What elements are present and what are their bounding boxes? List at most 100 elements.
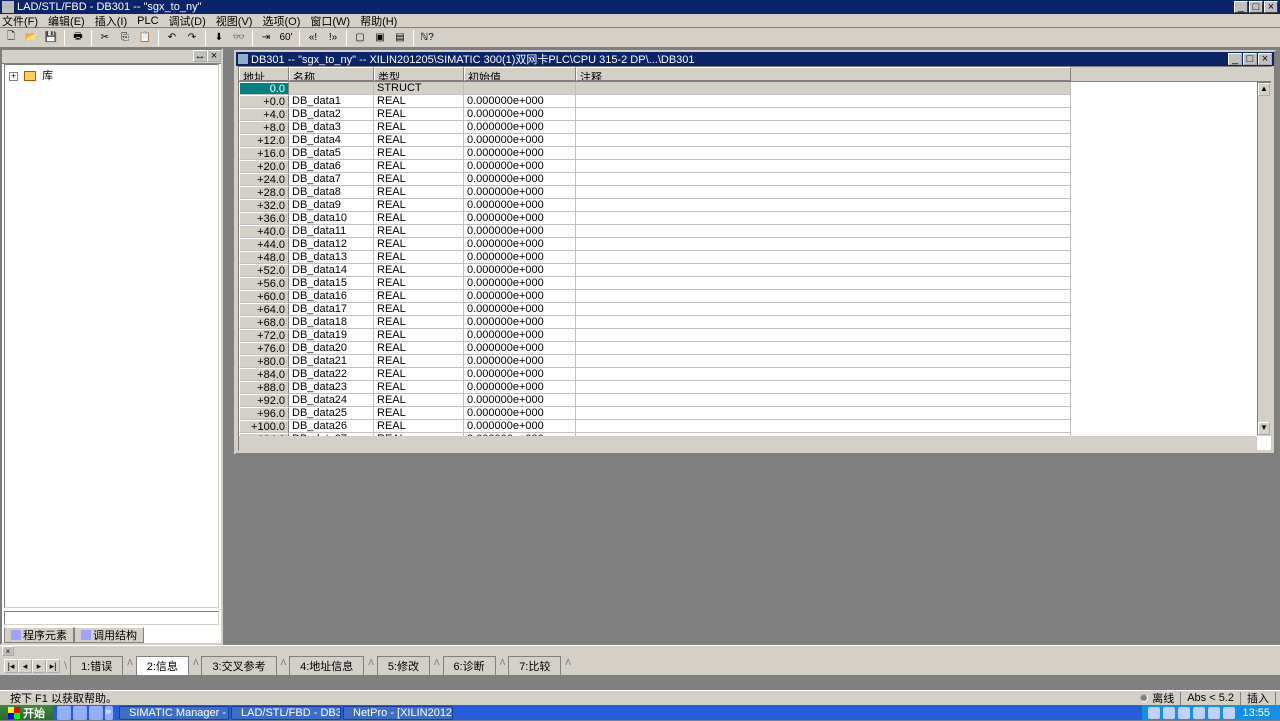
cell-name[interactable]: DB_data8 <box>289 186 374 199</box>
cell-type[interactable]: REAL <box>374 108 464 121</box>
cell-initial[interactable]: 0.000000e+000 <box>464 303 576 316</box>
cell-name[interactable]: DB_data13 <box>289 251 374 264</box>
cell-name[interactable]: DB_data6 <box>289 160 374 173</box>
cell-initial[interactable]: 0.000000e+000 <box>464 420 576 433</box>
cell-initial[interactable]: 0.000000e+000 <box>464 407 576 420</box>
menu-options[interactable]: 选项(O) <box>262 13 300 29</box>
table-row[interactable]: +84.0DB_data22REAL0.000000e+000 <box>239 368 1257 381</box>
cell-name[interactable]: DB_data24 <box>289 394 374 407</box>
cell-type[interactable]: REAL <box>374 342 464 355</box>
view3-button[interactable]: ▤ <box>391 29 409 47</box>
cell-comment[interactable] <box>576 251 1071 264</box>
cell-initial[interactable]: 0.000000e+000 <box>464 381 576 394</box>
sidepanel-close-button[interactable]: × <box>207 50 221 62</box>
goto-button[interactable]: ⇥ <box>257 29 275 47</box>
clock[interactable]: 13:55 <box>1238 707 1274 719</box>
col-name[interactable]: 名称 <box>289 67 374 81</box>
cell-comment[interactable] <box>576 160 1071 173</box>
cell-comment[interactable] <box>576 355 1071 368</box>
cell-comment[interactable] <box>576 108 1071 121</box>
cell-comment[interactable] <box>576 277 1071 290</box>
menu-plc[interactable]: PLC <box>137 15 158 27</box>
tabs-first-button[interactable]: |◂ <box>4 659 18 673</box>
cell-address[interactable]: +56.0 <box>239 277 289 290</box>
cell-name[interactable]: DB_data16 <box>289 290 374 303</box>
cell-type[interactable]: REAL <box>374 173 464 186</box>
bottom-tab[interactable]: 6:诊断 <box>443 656 496 676</box>
cell-address[interactable]: +16.0 <box>239 147 289 160</box>
cell-name[interactable]: DB_data7 <box>289 173 374 186</box>
table-row[interactable]: +56.0DB_data15REAL0.000000e+000 <box>239 277 1257 290</box>
cell-comment[interactable] <box>576 82 1071 95</box>
cell-initial[interactable]: 0.000000e+000 <box>464 134 576 147</box>
cut-button[interactable]: ✂ <box>96 29 114 47</box>
table-row[interactable]: +8.0DB_data3REAL0.000000e+000 <box>239 121 1257 134</box>
monitor-button[interactable]: 👓 <box>230 29 248 47</box>
bottom-tab[interactable]: 2:信息 <box>136 656 189 676</box>
col-address[interactable]: 地址 <box>239 67 289 81</box>
cell-type[interactable]: REAL <box>374 134 464 147</box>
cell-address[interactable]: +76.0 <box>239 342 289 355</box>
ie-icon[interactable] <box>57 706 71 720</box>
table-row[interactable]: +4.0DB_data2REAL0.000000e+000 <box>239 108 1257 121</box>
cell-type[interactable]: REAL <box>374 407 464 420</box>
cell-address[interactable]: +80.0 <box>239 355 289 368</box>
tray-icon[interactable] <box>1148 707 1160 719</box>
cell-name[interactable]: DB_data11 <box>289 225 374 238</box>
table-row[interactable]: +72.0DB_data19REAL0.000000e+000 <box>239 329 1257 342</box>
view1-button[interactable]: ▢ <box>351 29 369 47</box>
cell-type[interactable]: REAL <box>374 303 464 316</box>
cell-comment[interactable] <box>576 394 1071 407</box>
cell-address[interactable]: +68.0 <box>239 316 289 329</box>
bottom-tab[interactable]: 1:错误 <box>70 656 123 676</box>
cell-type[interactable]: REAL <box>374 420 464 433</box>
cell-comment[interactable] <box>576 225 1071 238</box>
cell-address[interactable]: +48.0 <box>239 251 289 264</box>
menu-help[interactable]: 帮助(H) <box>360 13 397 29</box>
bottom-tab[interactable]: 7:比较 <box>508 656 561 676</box>
table-row[interactable]: +0.0DB_data1REAL0.000000e+000 <box>239 95 1257 108</box>
cell-address[interactable]: +12.0 <box>239 134 289 147</box>
table-row[interactable]: 0.0STRUCT <box>239 82 1257 95</box>
prev-button[interactable]: «! <box>304 29 322 47</box>
cell-name[interactable]: DB_data14 <box>289 264 374 277</box>
cell-name[interactable]: DB_data2 <box>289 108 374 121</box>
bottom-tab[interactable]: 3:交叉参考 <box>201 656 276 676</box>
table-row[interactable]: +64.0DB_data17REAL0.000000e+000 <box>239 303 1257 316</box>
cell-comment[interactable] <box>576 238 1071 251</box>
table-row[interactable]: +24.0DB_data7REAL0.000000e+000 <box>239 173 1257 186</box>
taskbar-item[interactable]: NetPro - [XILIN2012... <box>343 706 453 720</box>
view2-button[interactable]: ▣ <box>371 29 389 47</box>
cell-address[interactable]: +40.0 <box>239 225 289 238</box>
bottom-tab[interactable]: 5:修改 <box>377 656 430 676</box>
child-close-button[interactable]: × <box>1258 53 1272 65</box>
vertical-scrollbar[interactable]: ▲ ▼ <box>1257 82 1271 436</box>
cell-address[interactable]: +64.0 <box>239 303 289 316</box>
cell-initial[interactable]: 0.000000e+000 <box>464 368 576 381</box>
cell-comment[interactable] <box>576 199 1071 212</box>
table-row[interactable]: +52.0DB_data14REAL0.000000e+000 <box>239 264 1257 277</box>
table-row[interactable]: +60.0DB_data16REAL0.000000e+000 <box>239 290 1257 303</box>
redo-button[interactable]: ↷ <box>183 29 201 47</box>
sidetab-elements[interactable]: 程序元素 <box>4 627 74 643</box>
cell-type[interactable]: REAL <box>374 290 464 303</box>
cell-initial[interactable]: 0.000000e+000 <box>464 108 576 121</box>
help-button[interactable]: ℕ? <box>418 29 436 47</box>
cell-name[interactable]: DB_data25 <box>289 407 374 420</box>
close-button[interactable]: × <box>1264 1 1278 13</box>
expand-icon[interactable]: + <box>9 72 18 81</box>
copy-button[interactable]: ⎘ <box>116 29 134 47</box>
table-row[interactable]: +20.0DB_data6REAL0.000000e+000 <box>239 160 1257 173</box>
cell-address[interactable]: +92.0 <box>239 394 289 407</box>
col-comment[interactable]: 注释 <box>576 67 1071 81</box>
cell-address[interactable]: +28.0 <box>239 186 289 199</box>
cell-address[interactable]: +88.0 <box>239 381 289 394</box>
cell-type[interactable]: REAL <box>374 238 464 251</box>
cell-address[interactable]: +20.0 <box>239 160 289 173</box>
download-button[interactable]: ⬇ <box>210 29 228 47</box>
tray-icon[interactable] <box>1163 707 1175 719</box>
cell-type[interactable]: REAL <box>374 329 464 342</box>
child-titlebar[interactable]: DB301 -- "sgx_to_ny" -- XILIN201205\SIMA… <box>236 52 1274 66</box>
tabs-last-button[interactable]: ▸| <box>46 659 60 673</box>
undo-button[interactable]: ↶ <box>163 29 181 47</box>
